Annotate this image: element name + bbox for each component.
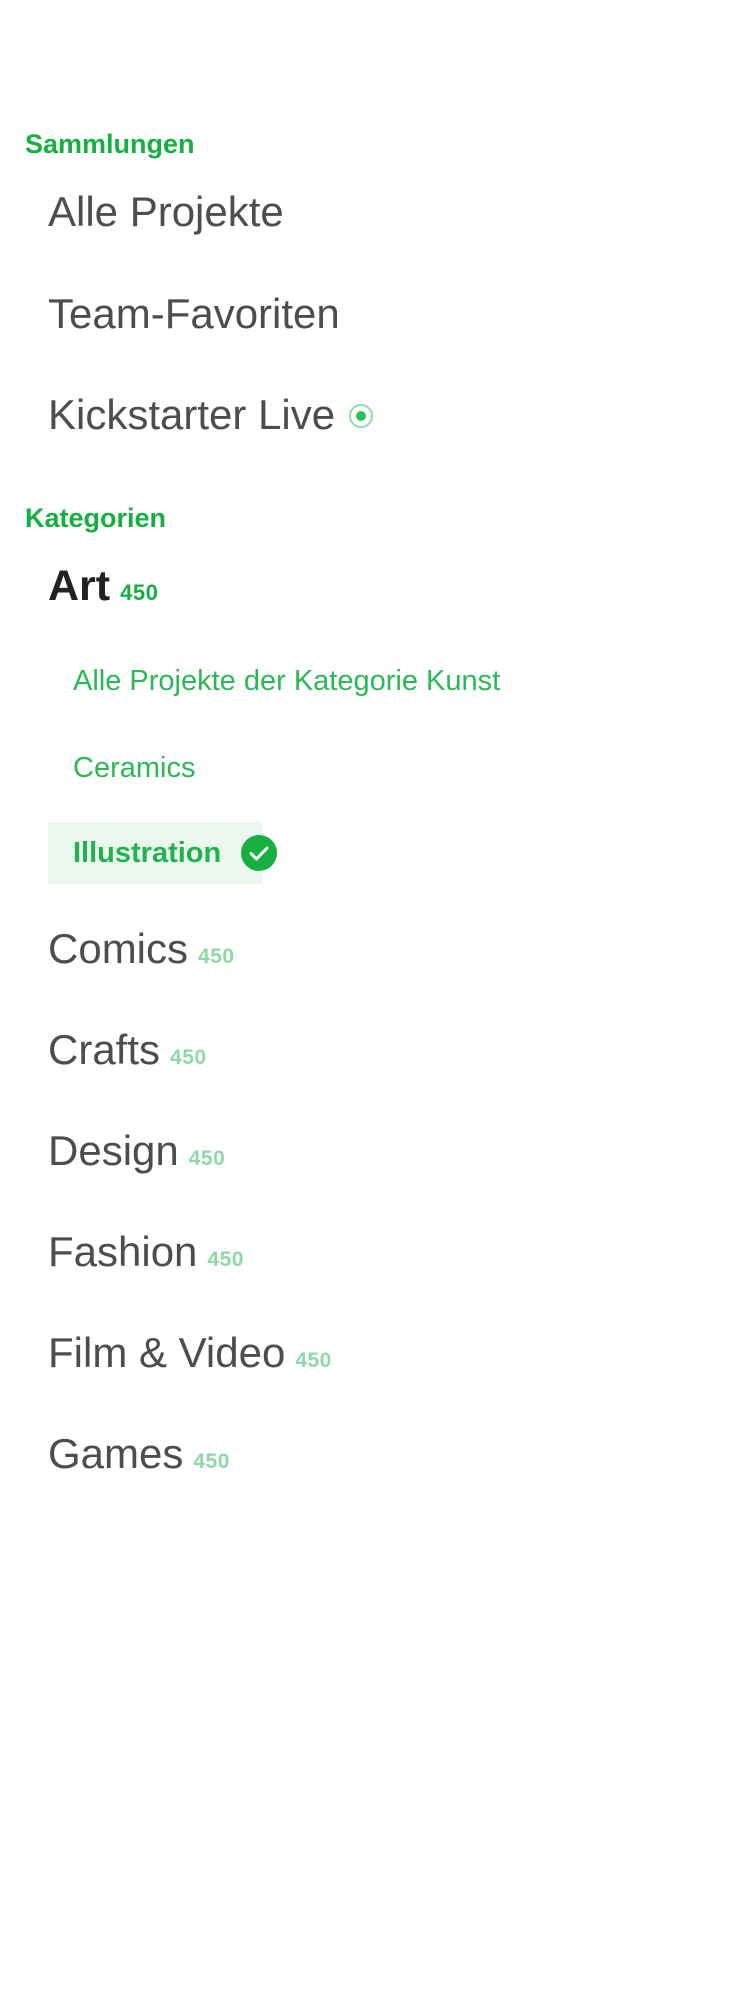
subcategory-label: Illustration: [73, 837, 222, 869]
category-item-fashion[interactable]: Fashion 450: [48, 1227, 244, 1285]
collections-header: Sammlungen: [25, 129, 195, 159]
subcategory-label: Alle Projekte der Kategorie Kunst: [73, 665, 501, 697]
category-count: 450: [170, 1046, 207, 1069]
category-item-film-video[interactable]: Film & Video 450: [48, 1328, 332, 1386]
collection-item-label: Kickstarter Live: [48, 391, 336, 438]
category-item-crafts[interactable]: Crafts 450: [48, 1025, 207, 1083]
category-count: 450: [207, 1248, 244, 1271]
category-label: Design: [48, 1127, 179, 1174]
collection-item-all-projects[interactable]: Alle Projekte: [48, 187, 284, 237]
category-label: Games: [48, 1430, 184, 1477]
live-dot-icon: [349, 404, 374, 428]
categories-header: Kategorien: [25, 503, 167, 533]
category-item-design[interactable]: Design 450: [48, 1126, 225, 1184]
category-label: Film & Video: [48, 1329, 286, 1376]
collection-item-label: Team-Favoriten: [48, 290, 340, 337]
category-item-comics[interactable]: Comics 450: [48, 924, 235, 982]
category-count: 450: [295, 1349, 332, 1372]
category-label: Comics: [48, 925, 189, 972]
category-label: Fashion: [48, 1228, 198, 1275]
category-item-games[interactable]: Games 450: [48, 1429, 230, 1487]
category-count: 450: [193, 1450, 230, 1473]
subcategory-item-ceramics[interactable]: Ceramics: [73, 748, 195, 788]
discovery-menu: Sammlungen Alle Projekte Team-Favoriten …: [0, 0, 750, 2000]
category-item-art[interactable]: Art 450: [48, 561, 158, 618]
category-count: 450: [188, 1147, 226, 1170]
check-circle-icon: [241, 835, 277, 871]
collection-item-team-favorites[interactable]: Team-Favoriten: [48, 289, 340, 339]
subcategory-item-all-art-projects[interactable]: Alle Projekte der Kategorie Kunst: [73, 661, 500, 701]
category-count: 450: [198, 945, 235, 968]
category-label: Art: [48, 562, 111, 610]
subcategory-item-illustration[interactable]: Illustration: [48, 822, 277, 884]
collection-item-kickstarter-live[interactable]: Kickstarter Live: [48, 390, 374, 440]
subcategory-label: Ceramics: [73, 752, 196, 784]
collection-item-label: Alle Projekte: [48, 188, 284, 235]
category-label: Crafts: [48, 1026, 161, 1073]
category-count: 450: [120, 580, 159, 605]
